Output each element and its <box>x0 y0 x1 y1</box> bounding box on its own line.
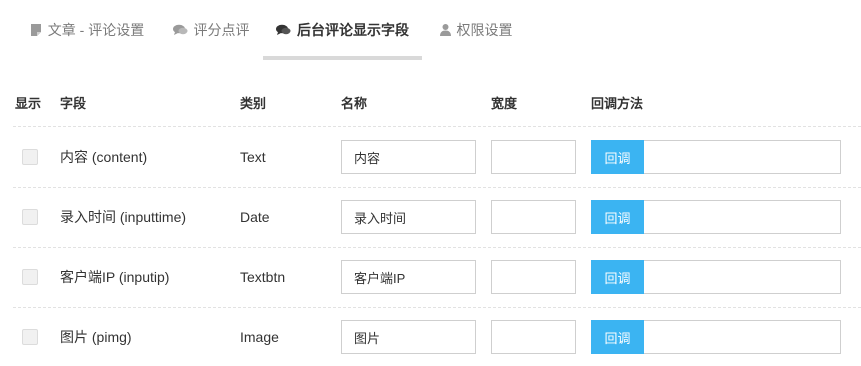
row-divider <box>13 126 861 127</box>
show-checkbox[interactable] <box>22 269 38 285</box>
show-checkbox[interactable] <box>22 329 38 345</box>
callback-group: 回调 <box>591 140 841 174</box>
type-cell: Date <box>240 209 270 225</box>
row-divider <box>13 307 861 308</box>
callback-group: 回调 <box>591 200 841 234</box>
field-cell: 客户端IP (inputip) <box>60 269 170 285</box>
name-input[interactable] <box>341 260 476 294</box>
field-cell: 内容 (content) <box>60 149 148 165</box>
field-cell: 录入时间 (inputtime) <box>60 209 187 225</box>
tab-label: 文章 - 评论设置 <box>47 22 145 38</box>
callback-input[interactable] <box>644 140 841 174</box>
width-input[interactable] <box>491 260 576 294</box>
tab-label: 评分点评 <box>193 22 250 38</box>
row-divider <box>13 247 861 248</box>
header-type: 类别 <box>240 96 267 111</box>
show-checkbox[interactable] <box>22 209 38 225</box>
header-show: 显示 <box>15 96 42 111</box>
callback-input[interactable] <box>644 260 841 294</box>
name-input[interactable] <box>341 140 476 174</box>
type-cell: Image <box>240 329 279 345</box>
tab-label: 后台评论显示字段 <box>297 22 409 38</box>
header-name: 名称 <box>341 96 368 111</box>
callback-button[interactable]: 回调 <box>591 140 644 174</box>
callback-group: 回调 <box>591 260 841 294</box>
field-cell: 图片 (pimg) <box>60 329 132 345</box>
header-width: 宽度 <box>491 96 518 111</box>
tab-permission-settings[interactable]: 权限设置 <box>430 0 522 60</box>
header-field: 字段 <box>60 96 87 111</box>
width-input[interactable] <box>491 140 576 174</box>
width-input[interactable] <box>491 200 576 234</box>
callback-button[interactable]: 回调 <box>591 260 644 294</box>
tab-label: 权限设置 <box>456 22 513 38</box>
callback-input[interactable] <box>644 320 841 354</box>
tab-backend-comment-fields[interactable]: 后台评论显示字段 <box>263 0 422 60</box>
tab-rating-review[interactable]: 评分点评 <box>165 0 257 60</box>
header-callback: 回调方法 <box>591 96 644 111</box>
comments-icon <box>172 24 188 36</box>
width-input[interactable] <box>491 320 576 354</box>
show-checkbox[interactable] <box>22 149 38 165</box>
callback-group: 回调 <box>591 320 841 354</box>
callback-input[interactable] <box>644 200 841 234</box>
comments-icon <box>276 24 291 36</box>
tab-bar: 文章 - 评论设置 评分点评 后台评论显示字段 权限设置 <box>0 0 861 60</box>
name-input[interactable] <box>341 200 476 234</box>
type-cell: Text <box>240 149 266 165</box>
name-input[interactable] <box>341 320 476 354</box>
callback-button[interactable]: 回调 <box>591 320 644 354</box>
document-icon <box>30 24 42 36</box>
callback-button[interactable]: 回调 <box>591 200 644 234</box>
row-divider <box>13 187 861 188</box>
user-icon <box>439 24 451 36</box>
type-cell: Textbtn <box>240 269 286 285</box>
tab-article-comment-settings[interactable]: 文章 - 评论设置 <box>17 0 157 60</box>
